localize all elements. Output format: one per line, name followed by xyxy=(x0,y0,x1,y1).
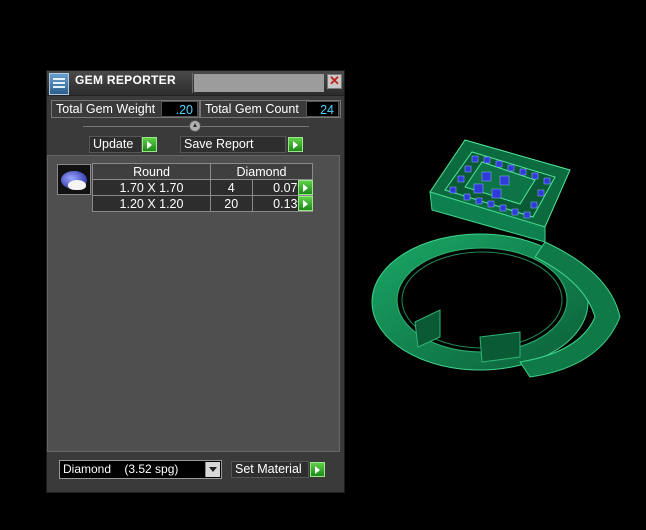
row-2-go-arrow-icon[interactable] xyxy=(298,196,313,211)
set-material-button[interactable]: Set Material xyxy=(231,461,309,478)
gem-reporter-panel: GEM REPORTER ✕ Total Gem Weight .20 Tota… xyxy=(46,70,345,493)
gem-table: Round Diamond 1.70 X 1.70 4 0.07tw 1.20 … xyxy=(92,163,313,212)
gem-size: 1.20 X 1.20 xyxy=(92,195,211,212)
slider-handle[interactable] xyxy=(189,120,201,132)
gem-count: 20 xyxy=(210,195,253,212)
material-select-value: Diamond (3.52 spg) xyxy=(63,462,179,476)
gem-table-header: Round Diamond xyxy=(92,163,313,180)
close-icon: ✕ xyxy=(329,73,340,88)
gem-size: 1.70 X 1.70 xyxy=(92,179,211,196)
update-button[interactable]: Update xyxy=(89,136,142,153)
gem-list-area: Round Diamond 1.70 X 1.70 4 0.07tw 1.20 … xyxy=(47,155,340,452)
set-material-go-arrow-icon[interactable] xyxy=(310,462,325,477)
table-row[interactable]: 1.70 X 1.70 4 0.07tw xyxy=(92,179,313,196)
title-separator xyxy=(192,73,193,93)
shape-header: Round xyxy=(92,163,211,180)
round-diamond-thumbnail[interactable] xyxy=(57,164,91,195)
ring-model-icon xyxy=(371,139,621,378)
save-report-go-arrow-icon[interactable] xyxy=(288,137,303,152)
update-go-arrow-icon[interactable] xyxy=(142,137,157,152)
ring-3d-model-viewport[interactable] xyxy=(370,132,630,392)
save-report-label: Save Report xyxy=(184,137,254,151)
save-report-button[interactable]: Save Report xyxy=(180,136,286,153)
gem-count: 4 xyxy=(210,179,253,196)
row-1-go-arrow-icon[interactable] xyxy=(298,180,313,195)
title-bar[interactable]: GEM REPORTER ✕ xyxy=(47,71,344,96)
set-material-label: Set Material xyxy=(235,462,302,476)
title-bar-fill xyxy=(194,74,324,92)
total-gem-count-value: 24 xyxy=(306,101,339,117)
gem-reporter-app-icon xyxy=(49,73,69,95)
material-header: Diamond xyxy=(210,163,313,180)
close-button[interactable]: ✕ xyxy=(327,74,342,89)
total-gem-weight-value: .20 xyxy=(161,101,198,117)
window-title: GEM REPORTER xyxy=(75,73,176,87)
gem-highlight xyxy=(68,180,86,190)
update-label: Update xyxy=(93,137,134,151)
material-select[interactable]: Diamond (3.52 spg) xyxy=(59,460,222,479)
chevron-down-icon[interactable] xyxy=(205,462,220,477)
table-row[interactable]: 1.20 X 1.20 20 0.13tw xyxy=(92,195,313,212)
